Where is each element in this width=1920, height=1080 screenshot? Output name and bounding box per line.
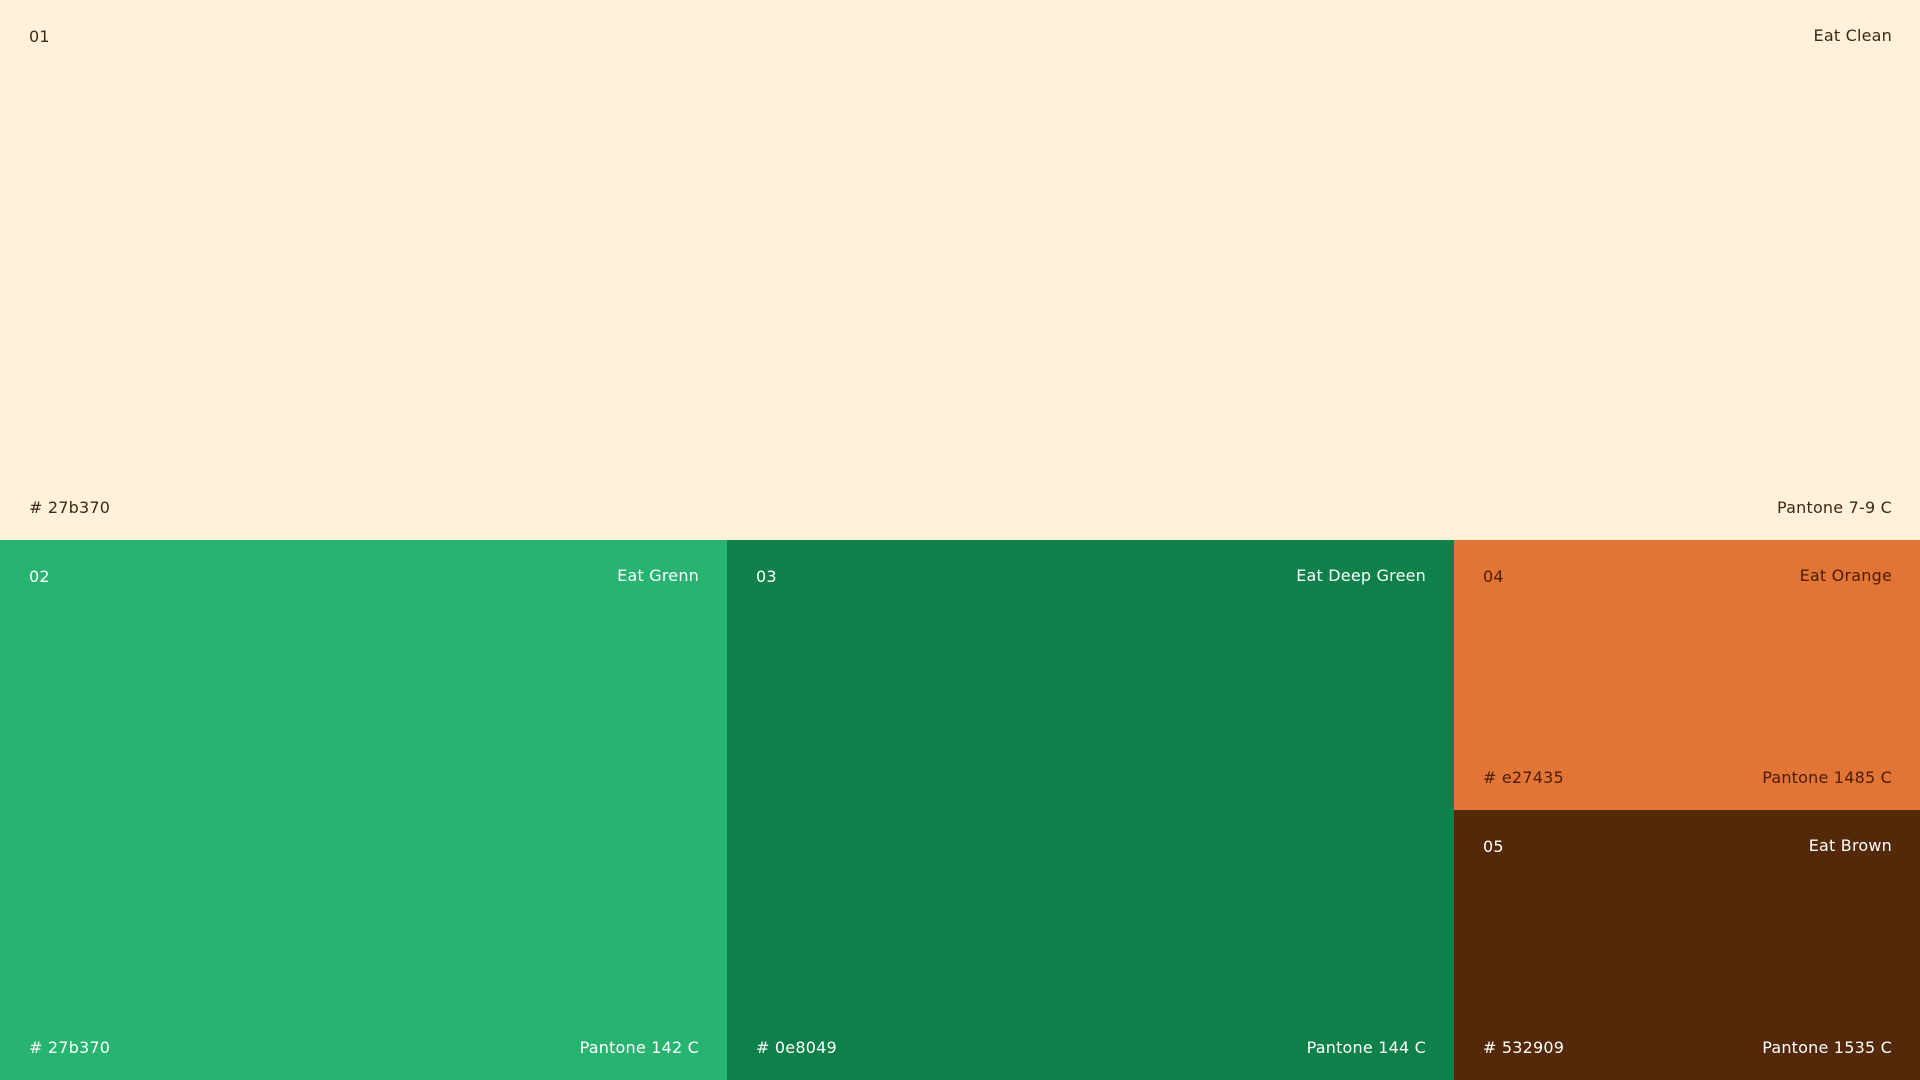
swatch-index: 01 (29, 27, 50, 46)
color-palette: 01 Eat Clean # 27b370 Pantone 7-9 C 02 E… (0, 0, 1920, 1080)
swatch-name: Eat Orange (1799, 566, 1892, 585)
swatch-pantone: Pantone 142 C (579, 1038, 699, 1057)
swatch-pantone: Pantone 144 C (1306, 1038, 1426, 1057)
swatch-index: 04 (1483, 567, 1504, 586)
swatch-index: 05 (1483, 837, 1504, 856)
swatch-pantone: Pantone 7-9 C (1777, 498, 1892, 517)
swatch-hex: # 532909 (1483, 1038, 1565, 1057)
swatch-eat-clean: 01 Eat Clean # 27b370 Pantone 7-9 C (0, 0, 1920, 540)
swatch-name: Eat Deep Green (1296, 566, 1426, 585)
swatch-eat-brown: 05 Eat Brown # 532909 Pantone 1535 C (1454, 810, 1920, 1080)
swatch-name: Eat Clean (1813, 26, 1892, 45)
swatch-index: 02 (29, 567, 50, 586)
swatch-name: Eat Grenn (617, 566, 699, 585)
swatch-hex: # 27b370 (29, 498, 111, 517)
swatch-eat-orange: 04 Eat Orange # e27435 Pantone 1485 C (1454, 540, 1920, 810)
swatch-pantone: Pantone 1535 C (1762, 1038, 1892, 1057)
swatch-eat-green: 02 Eat Grenn # 27b370 Pantone 142 C (0, 540, 727, 1080)
swatch-hex: # 27b370 (29, 1038, 111, 1057)
swatch-hex: # e27435 (1483, 768, 1564, 787)
swatch-pantone: Pantone 1485 C (1762, 768, 1892, 787)
swatch-index: 03 (756, 567, 777, 586)
swatch-name: Eat Brown (1808, 836, 1892, 855)
swatch-hex: # 0e8049 (756, 1038, 837, 1057)
swatch-eat-deep-green: 03 Eat Deep Green # 0e8049 Pantone 144 C (727, 540, 1454, 1080)
